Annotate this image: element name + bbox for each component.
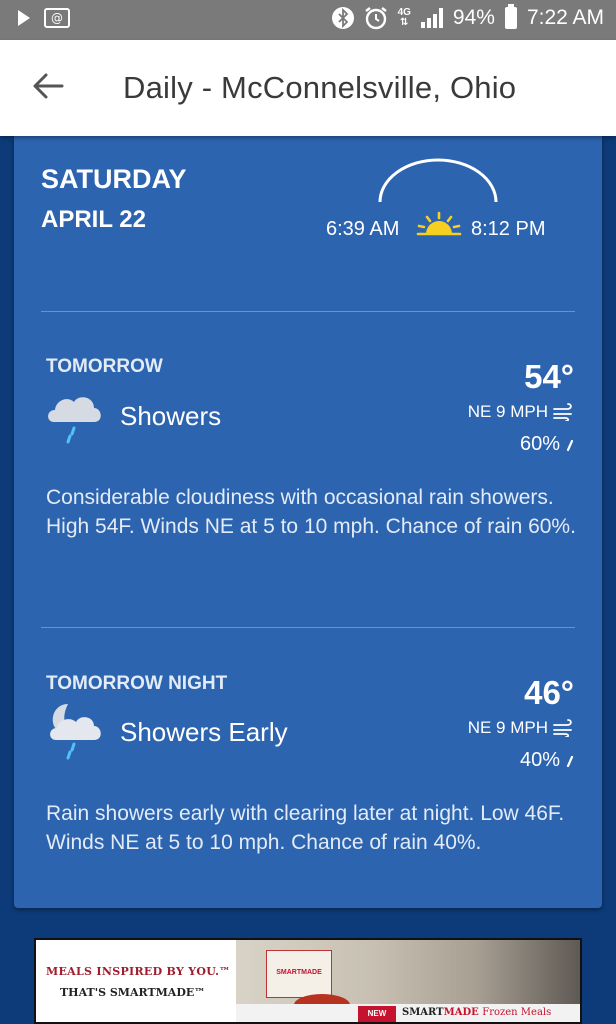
- condition-text: Showers Early: [120, 717, 288, 747]
- ad-headline: MEALS INSPIRED BY YOU.™: [46, 965, 231, 978]
- precip-text: 60%: [519, 433, 560, 455]
- precip-text: 40%: [519, 749, 560, 771]
- ad-new-badge: NEW: [358, 1006, 396, 1022]
- sunrise-icon: [416, 211, 462, 236]
- status-left: @: [18, 8, 70, 28]
- period-label: TOMORROW NIGHT: [46, 673, 228, 694]
- sunrise-time: 6:39 AM: [326, 218, 400, 240]
- play-icon: [18, 10, 30, 26]
- wind-info: NE 9 MPH: [468, 402, 574, 422]
- signal-icon: [420, 8, 443, 28]
- divider: [41, 311, 575, 312]
- bluetooth-icon: [331, 7, 354, 29]
- condition-text: Showers: [120, 401, 222, 431]
- ad-tagline: THAT'S SMARTMADE™: [60, 986, 206, 999]
- divider: [41, 627, 575, 628]
- temperature: 46°: [524, 674, 574, 711]
- cloud-rain-icon: [48, 397, 101, 444]
- status-bar: @ 4G ⇅ 94% 7:22 AM: [0, 0, 616, 40]
- wind-text: NE 9 MPH: [467, 402, 548, 421]
- ad-product-box: SMARTMADE: [266, 950, 332, 998]
- ad-banner[interactable]: MEALS INSPIRED BY YOU.™ THAT'S SMARTMADE…: [34, 938, 582, 1024]
- temperature: 54°: [524, 358, 574, 395]
- day-date: APRIL 22: [41, 206, 146, 233]
- forecast-description: Rain showers early with clearing later a…: [46, 802, 565, 854]
- battery-icon: [504, 4, 517, 29]
- ad-box-label: SMARTMADE: [276, 969, 322, 976]
- daily-forecast-card: SATURDAY APRIL 22 6:39 AM 8:12 PM TOMORR…: [14, 136, 602, 908]
- alarm-icon: [364, 7, 387, 30]
- email-icon: @: [44, 8, 70, 28]
- raindrop-icon: [566, 439, 574, 451]
- ad-brand: SMARTMADE Frozen Meals: [402, 1007, 552, 1018]
- forecast-description: Considerable cloudiness with occasional …: [46, 486, 576, 538]
- raindrop-icon: [566, 755, 574, 767]
- app-bar: Daily - McConnelsville, Ohio: [0, 40, 616, 136]
- precip-info: 60%: [520, 433, 574, 456]
- status-time: 7:22 AM: [526, 6, 604, 29]
- day-name: SATURDAY: [41, 164, 187, 194]
- precip-info: 40%: [520, 749, 574, 772]
- wind-info: NE 9 MPH: [468, 718, 574, 738]
- wind-icon: [553, 403, 572, 421]
- lte-icon: 4G ⇅: [397, 7, 411, 28]
- battery-percent: 94%: [452, 6, 495, 29]
- page-title: Daily - McConnelsville, Ohio: [123, 70, 517, 105]
- arrow-left-icon[interactable]: [30, 66, 70, 106]
- sun-path-arc: [378, 158, 498, 203]
- wind-icon: [553, 719, 572, 737]
- sunset-time: 8:12 PM: [471, 218, 546, 240]
- period-label: TOMORROW: [46, 356, 163, 377]
- wind-text: NE 9 MPH: [467, 718, 548, 737]
- moon-cloud-rain-icon: [50, 704, 101, 760]
- status-right: 4G ⇅ 94% 7:22 AM: [331, 4, 604, 30]
